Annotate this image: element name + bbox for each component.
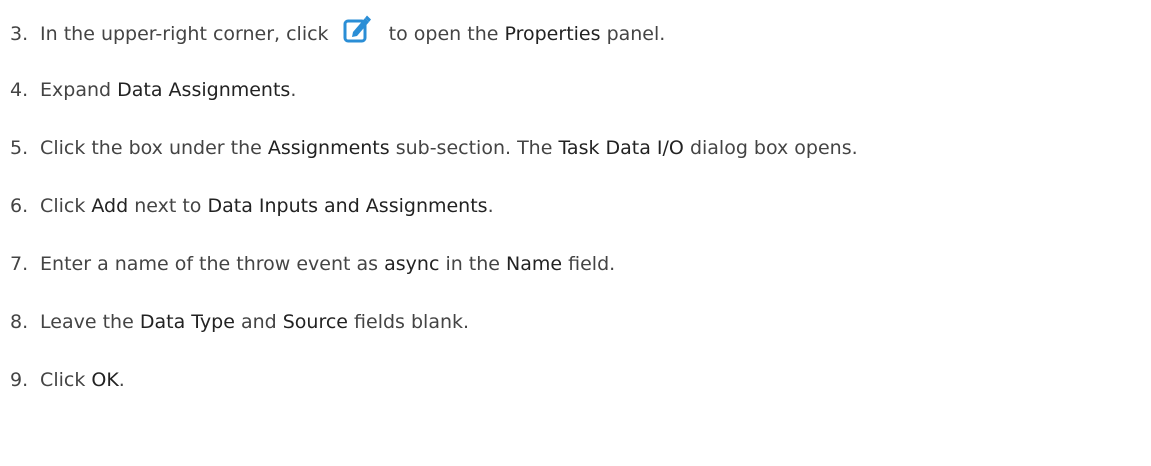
- step-5: 5. Click the box under the Assignments s…: [10, 134, 858, 162]
- task-data-io-label: Task Data I/O: [558, 137, 684, 159]
- step-number: 3.: [10, 23, 29, 45]
- step-text: Enter a name of the throw event as: [40, 253, 379, 275]
- step-number: 6.: [10, 195, 29, 217]
- step-text: panel.: [606, 23, 666, 45]
- step-8: 8. Leave the Data Type and Source fields…: [10, 308, 469, 336]
- step-text: .: [118, 369, 125, 391]
- step-text: sub-section. The: [395, 137, 553, 159]
- data-inputs-label: Data Inputs and Assignments: [207, 195, 488, 217]
- step-text: fields blank.: [354, 311, 470, 333]
- step-text: Click the box under the: [40, 137, 262, 159]
- step-text: to open the: [388, 23, 499, 45]
- step-number: 5.: [10, 137, 29, 159]
- step-text: .: [290, 79, 297, 101]
- async-value: async: [384, 253, 440, 275]
- name-field-label: Name: [506, 253, 563, 275]
- step-text: and: [240, 311, 277, 333]
- step-3: 3. In the upper-right corner, click to o…: [10, 15, 666, 46]
- data-assignments-label: Data Assignments: [117, 79, 291, 101]
- step-number: 8.: [10, 311, 29, 333]
- step-text: dialog box opens.: [689, 137, 858, 159]
- step-text: Click: [40, 369, 86, 391]
- step-6: 6. Click Add next to Data Inputs and Ass…: [10, 192, 494, 220]
- step-text: Leave the: [40, 311, 134, 333]
- step-text: In the upper-right corner, click: [40, 23, 329, 45]
- data-type-label: Data Type: [139, 311, 235, 333]
- ok-label: OK: [91, 369, 119, 391]
- step-text: next to: [134, 195, 202, 217]
- step-4: 4. Expand Data Assignments.: [10, 76, 296, 104]
- properties-label: Properties: [504, 23, 601, 45]
- edit-icon: [343, 15, 371, 44]
- step-text: field.: [568, 253, 616, 275]
- step-number: 7.: [10, 253, 29, 275]
- step-text: in the: [445, 253, 500, 275]
- assignments-label: Assignments: [267, 137, 390, 159]
- step-9: 9. Click OK.: [10, 366, 125, 394]
- step-number: 9.: [10, 369, 29, 391]
- step-text: Click: [40, 195, 86, 217]
- step-number: 4.: [10, 79, 29, 101]
- source-label: Source: [282, 311, 348, 333]
- step-7: 7. Enter a name of the throw event as as…: [10, 250, 615, 278]
- add-label: Add: [91, 195, 129, 217]
- step-text: Expand: [40, 79, 112, 101]
- step-text: .: [487, 195, 494, 217]
